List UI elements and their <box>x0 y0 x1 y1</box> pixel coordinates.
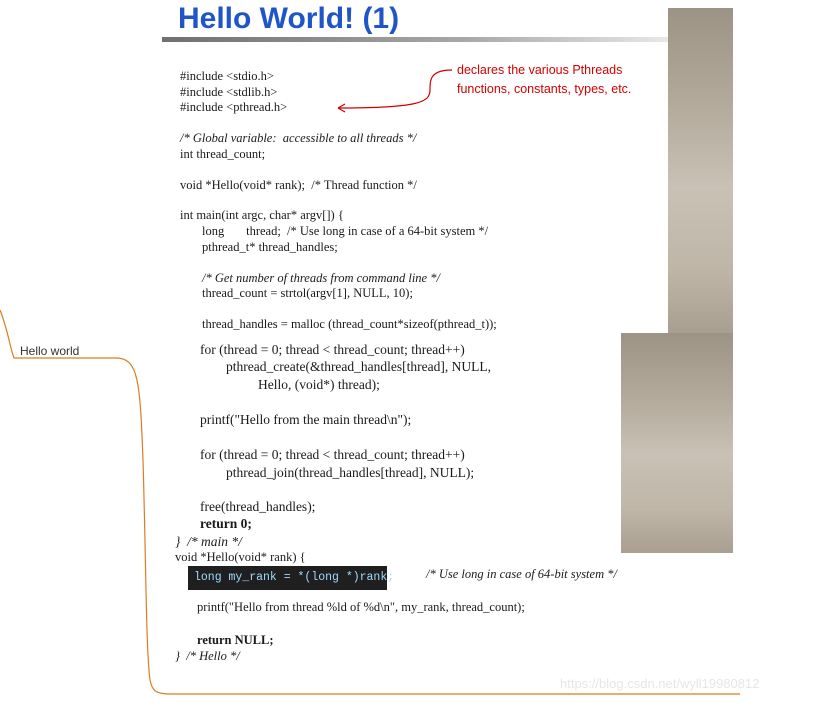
code-line: for (thread = 0; thread < thread_count; … <box>200 447 465 462</box>
code-line: thread_handles = malloc (thread_count*si… <box>202 317 497 331</box>
code-line: #include <pthread.h> <box>180 100 288 114</box>
watermark: https://blog.csdn.net/wyll19980812 <box>560 676 760 691</box>
code-line: int thread_count; <box>180 147 266 161</box>
code-line: void *Hello(void* rank); /* Thread funct… <box>180 178 417 192</box>
code-line: return NULL; <box>197 633 274 647</box>
code-comment: /* Global variable: accessible to all th… <box>180 131 417 145</box>
annotation-line-2: functions, constants, types, etc. <box>457 82 632 96</box>
annotation-arrow <box>337 69 453 113</box>
code-line: return 0; <box>200 516 252 531</box>
annotation-line-1: declares the various Pthreads <box>457 63 623 77</box>
code-line: Hello, (void*) thread); <box>258 377 380 392</box>
code-line: } /* Hello */ <box>175 649 240 663</box>
code-line: pthread_join(thread_handles[thread], NUL… <box>226 465 475 480</box>
code-line: printf("Hello from thread %ld of %d\n", … <box>197 600 525 614</box>
photo-background-top <box>668 8 733 333</box>
code-line: pthread_create(&thread_handles[thread], … <box>226 359 491 374</box>
code-line: pthread_t* thread_handles; <box>202 240 338 254</box>
code-line: #include <stdlib.h> <box>180 85 278 99</box>
code-comment: /* Use long in case of 64-bit system */ <box>426 567 617 581</box>
photo-background-middle <box>621 333 733 553</box>
code-line: int main(int argc, char* argv[]) { <box>180 208 344 222</box>
mindmap-node-hello-world[interactable]: Hello world <box>20 344 79 358</box>
code-line: printf("Hello from the main thread\n"); <box>200 412 412 427</box>
code-comment: /* Get number of threads from command li… <box>202 271 440 285</box>
slide-title: Hello World! (1) <box>178 2 400 35</box>
code-line: void *Hello(void* rank) { <box>175 550 306 564</box>
code-line: } /* main */ <box>175 534 242 549</box>
code-line: thread_count = strtol(argv[1], NULL, 10)… <box>202 286 413 300</box>
code-line: for (thread = 0; thread < thread_count; … <box>200 342 465 357</box>
code-line: free(thread_handles); <box>200 499 316 514</box>
code-tooltip: long my_rank = *(long *)rank; <box>188 566 394 590</box>
code-line: long thread; /* Use long in case of a 64… <box>202 224 489 238</box>
title-underline <box>162 37 668 42</box>
code-line: #include <stdio.h> <box>180 69 274 83</box>
